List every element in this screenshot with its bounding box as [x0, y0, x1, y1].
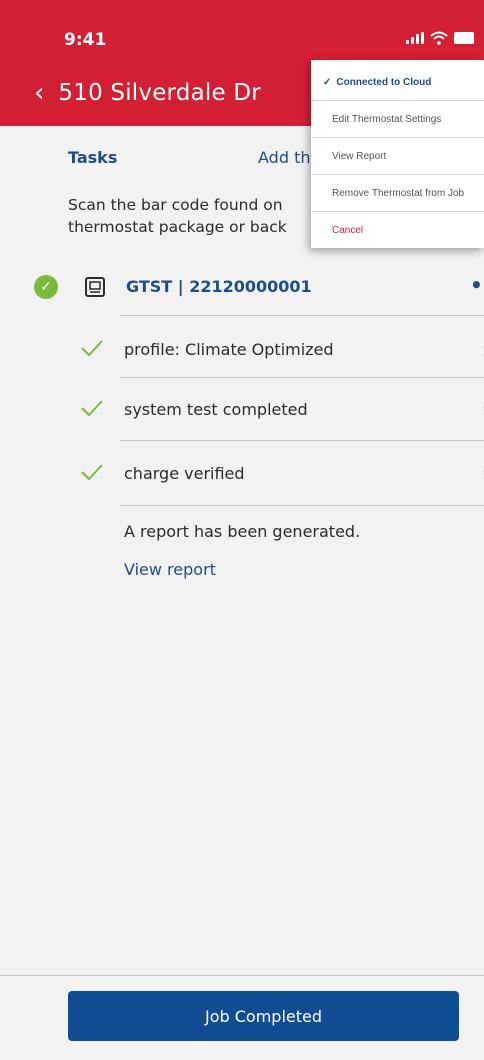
- check-icon: [81, 340, 103, 357]
- wifi-icon: [430, 31, 448, 45]
- menu-item-cancel[interactable]: Cancel: [311, 212, 484, 249]
- page-title: 510 Silverdale Dr: [58, 80, 261, 106]
- check-icon: [81, 464, 103, 481]
- task-label: profile: Climate Optimized: [124, 340, 334, 359]
- signal-icon: [406, 32, 424, 44]
- task-row-charge[interactable]: charge verified ›: [80, 460, 484, 490]
- menu-item-view-report[interactable]: View Report: [311, 138, 484, 175]
- options-menu: ✓ Connected to Cloud Edit Thermostat Set…: [311, 60, 484, 248]
- status-icons: [406, 28, 474, 48]
- job-completed-button[interactable]: Job Completed: [68, 991, 459, 1041]
- menu-item-edit-settings[interactable]: Edit Thermostat Settings: [311, 101, 484, 138]
- check-icon: [81, 400, 103, 417]
- report-message: A report has been generated.: [124, 522, 361, 541]
- device-label: GTST | 22120000001: [126, 277, 312, 296]
- battery-icon: [454, 32, 474, 44]
- divider: [120, 440, 484, 441]
- footer-divider: [0, 975, 484, 976]
- completed-check-icon: ✓: [34, 275, 58, 299]
- task-row-system-test[interactable]: system test completed ›: [80, 396, 484, 426]
- tasks-heading: Tasks: [68, 148, 118, 167]
- more-options-icon[interactable]: ••: [470, 273, 484, 297]
- status-time: 9:41: [64, 30, 107, 50]
- task-label: charge verified: [124, 464, 245, 483]
- menu-item-label: Connected to Cloud: [336, 76, 432, 88]
- menu-item-remove-thermostat[interactable]: Remove Thermostat from Job: [311, 175, 484, 212]
- back-button[interactable]: ‹: [34, 80, 44, 106]
- thermostat-icon: [85, 277, 105, 297]
- menu-item-connected[interactable]: ✓ Connected to Cloud: [311, 64, 484, 101]
- divider: [120, 377, 484, 378]
- task-row-profile[interactable]: profile: Climate Optimized ›: [80, 336, 484, 366]
- task-label: system test completed: [124, 400, 308, 419]
- divider: [120, 315, 484, 316]
- device-row[interactable]: ✓ GTST | 22120000001 ••: [34, 273, 484, 303]
- check-icon: ✓: [323, 76, 332, 88]
- divider: [120, 505, 484, 506]
- add-thermostat-link[interactable]: Add th: [258, 148, 310, 167]
- view-report-link[interactable]: View report: [124, 560, 216, 579]
